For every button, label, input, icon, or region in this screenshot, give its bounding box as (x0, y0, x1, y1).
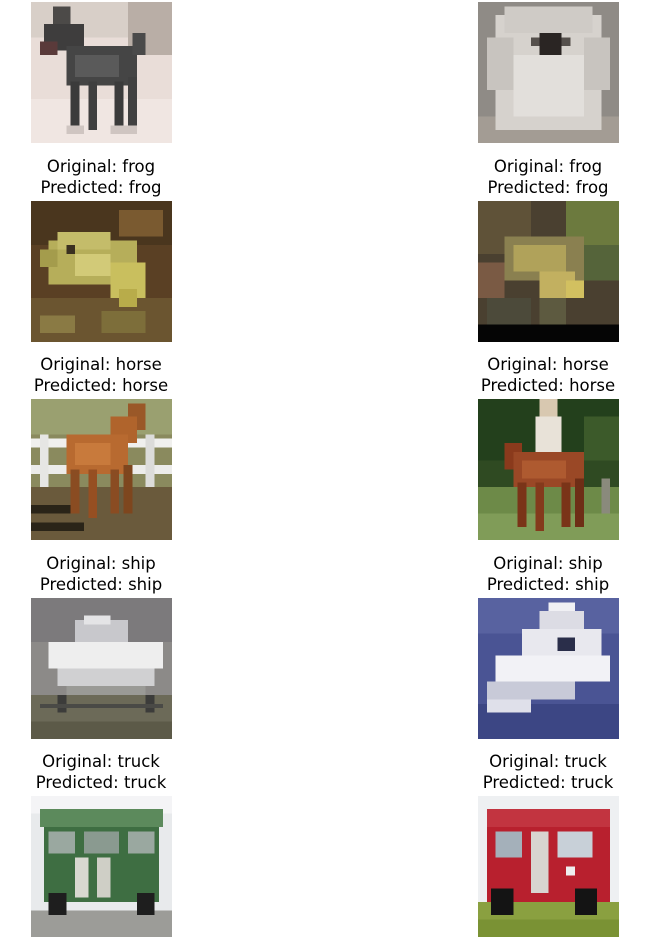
white-fluffy-dog-image (478, 2, 619, 143)
original-label: Original: frog (46, 157, 156, 176)
predicted-label: Predicted: truck (482, 772, 614, 792)
dark-dog-image (31, 2, 172, 143)
original-label: Original: ship (493, 554, 603, 573)
predicted-label: Predicted: horse (480, 375, 616, 395)
predicted-label: Predicted: ship (486, 574, 610, 594)
original-label: Original: horse (40, 355, 162, 374)
yellow-frog-image (31, 201, 172, 342)
caption-truck-left: Original: truck Predicted: truck (1, 752, 201, 793)
horse-with-rider-image (478, 399, 619, 540)
predicted-label: Predicted: truck (35, 772, 167, 792)
red-truck-image (478, 796, 619, 937)
caption-horse-left: Original: horse Predicted: horse (1, 355, 201, 396)
frog-on-ground-image (478, 201, 619, 342)
original-label: Original: ship (46, 554, 156, 573)
brown-horse-by-fence-image (31, 399, 172, 540)
original-label: Original: truck (489, 752, 607, 771)
green-truck-image (31, 796, 172, 937)
caption-frog-right: Original: frog Predicted: frog (448, 157, 648, 198)
caption-ship-right: Original: ship Predicted: ship (448, 554, 648, 595)
caption-horse-right: Original: horse Predicted: horse (448, 355, 648, 396)
original-label: Original: frog (493, 157, 603, 176)
predicted-label: Predicted: frog (487, 177, 609, 197)
caption-frog-left: Original: frog Predicted: frog (1, 157, 201, 198)
white-motorboat-on-water-image (478, 598, 619, 739)
white-boat-on-trailer-image (31, 598, 172, 739)
predicted-label: Predicted: ship (39, 574, 163, 594)
caption-truck-right: Original: truck Predicted: truck (448, 752, 648, 793)
original-label: Original: truck (42, 752, 160, 771)
predicted-label: Predicted: horse (33, 375, 169, 395)
caption-ship-left: Original: ship Predicted: ship (1, 554, 201, 595)
predicted-label: Predicted: frog (40, 177, 162, 197)
original-label: Original: horse (487, 355, 609, 374)
